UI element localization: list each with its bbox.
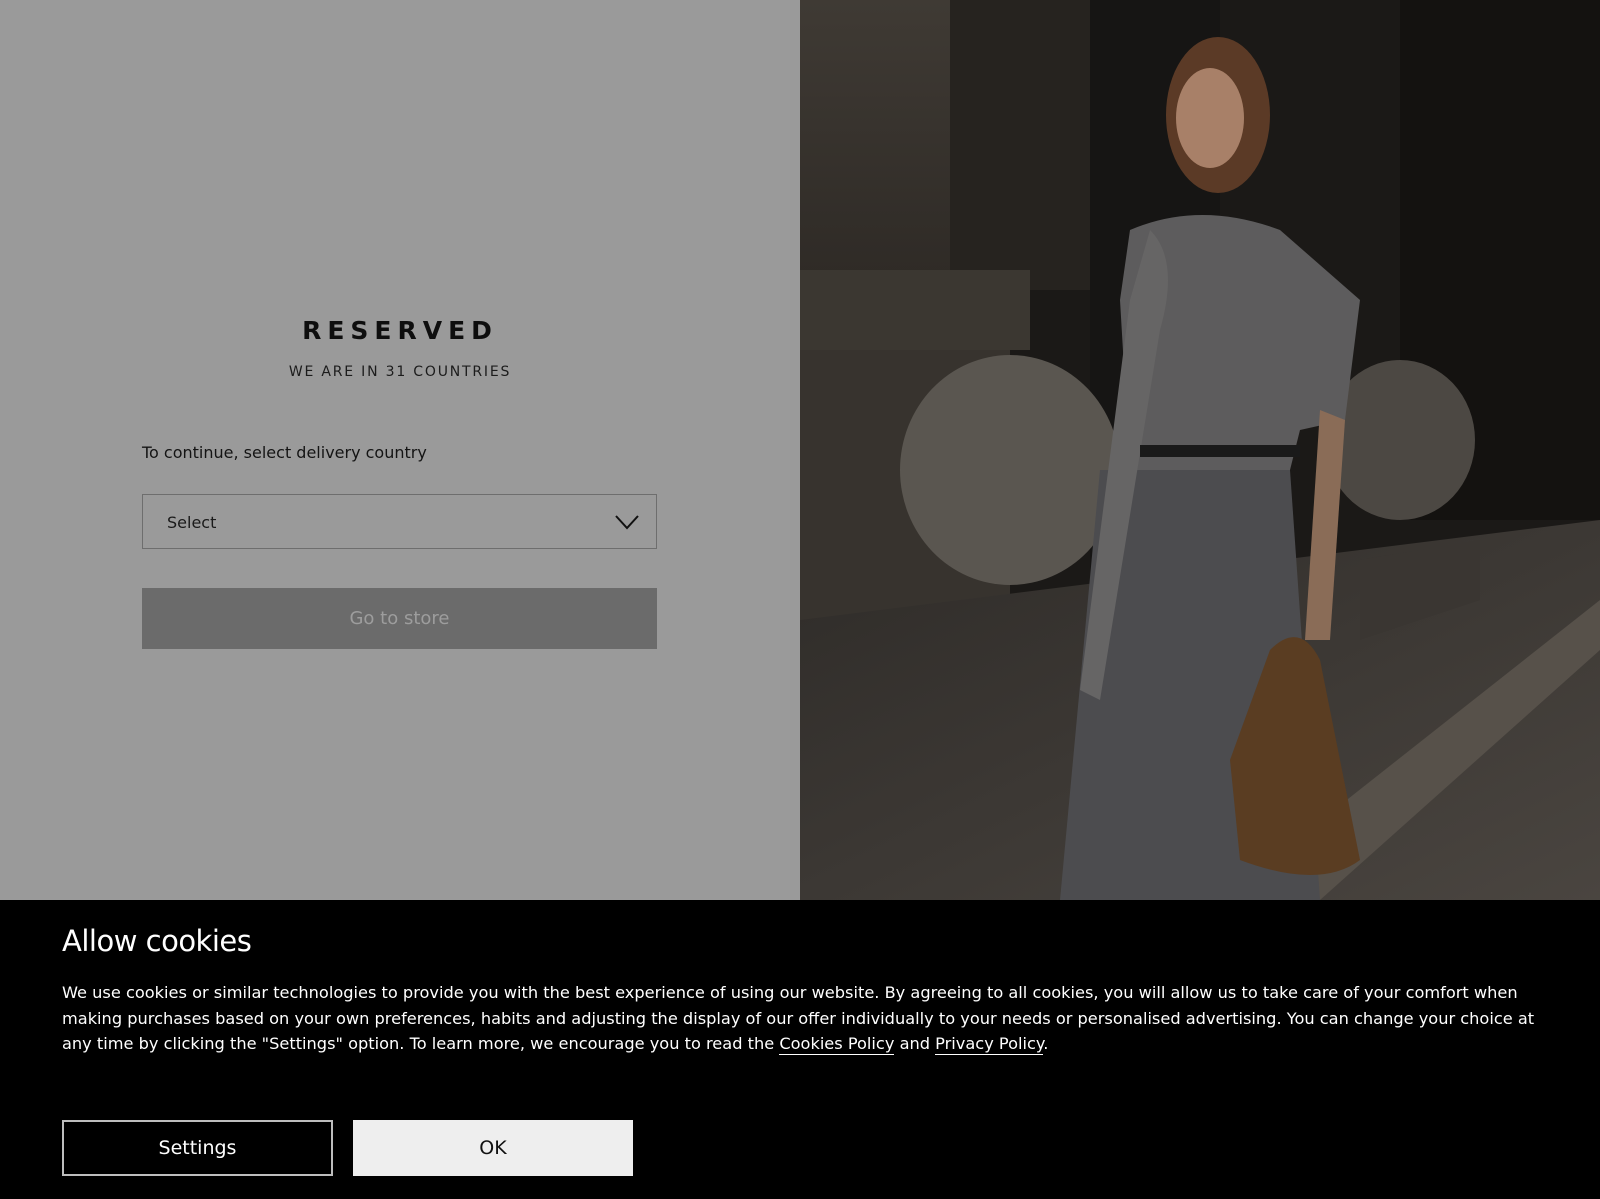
country-selector-panel: RESERVED WE ARE IN 31 COUNTRIES To conti…: [0, 0, 800, 900]
cookie-settings-button[interactable]: Settings: [62, 1120, 333, 1176]
country-select-value: Select: [167, 513, 217, 532]
fashion-model-photo: [800, 0, 1600, 900]
cookie-text-end: .: [1043, 1034, 1049, 1053]
cookie-ok-button[interactable]: OK: [353, 1120, 633, 1176]
go-to-store-button[interactable]: Go to store: [142, 588, 657, 649]
cookie-banner-title: Allow cookies: [62, 924, 252, 958]
cookie-text-and: and: [894, 1034, 936, 1053]
delivery-country-prompt: To continue, select delivery country: [142, 443, 427, 462]
country-select[interactable]: Select: [142, 494, 657, 549]
brand-logo: RESERVED: [302, 316, 498, 345]
cookies-policy-link[interactable]: Cookies Policy: [779, 1034, 895, 1055]
tagline: WE ARE IN 31 COUNTRIES: [288, 364, 512, 380]
cookie-banner: Allow cookies We use cookies or similar …: [0, 900, 1600, 1199]
chevron-down-icon: [615, 515, 639, 530]
cookie-banner-text: We use cookies or similar technologies t…: [62, 980, 1552, 1057]
privacy-policy-link[interactable]: Privacy Policy: [935, 1034, 1044, 1055]
